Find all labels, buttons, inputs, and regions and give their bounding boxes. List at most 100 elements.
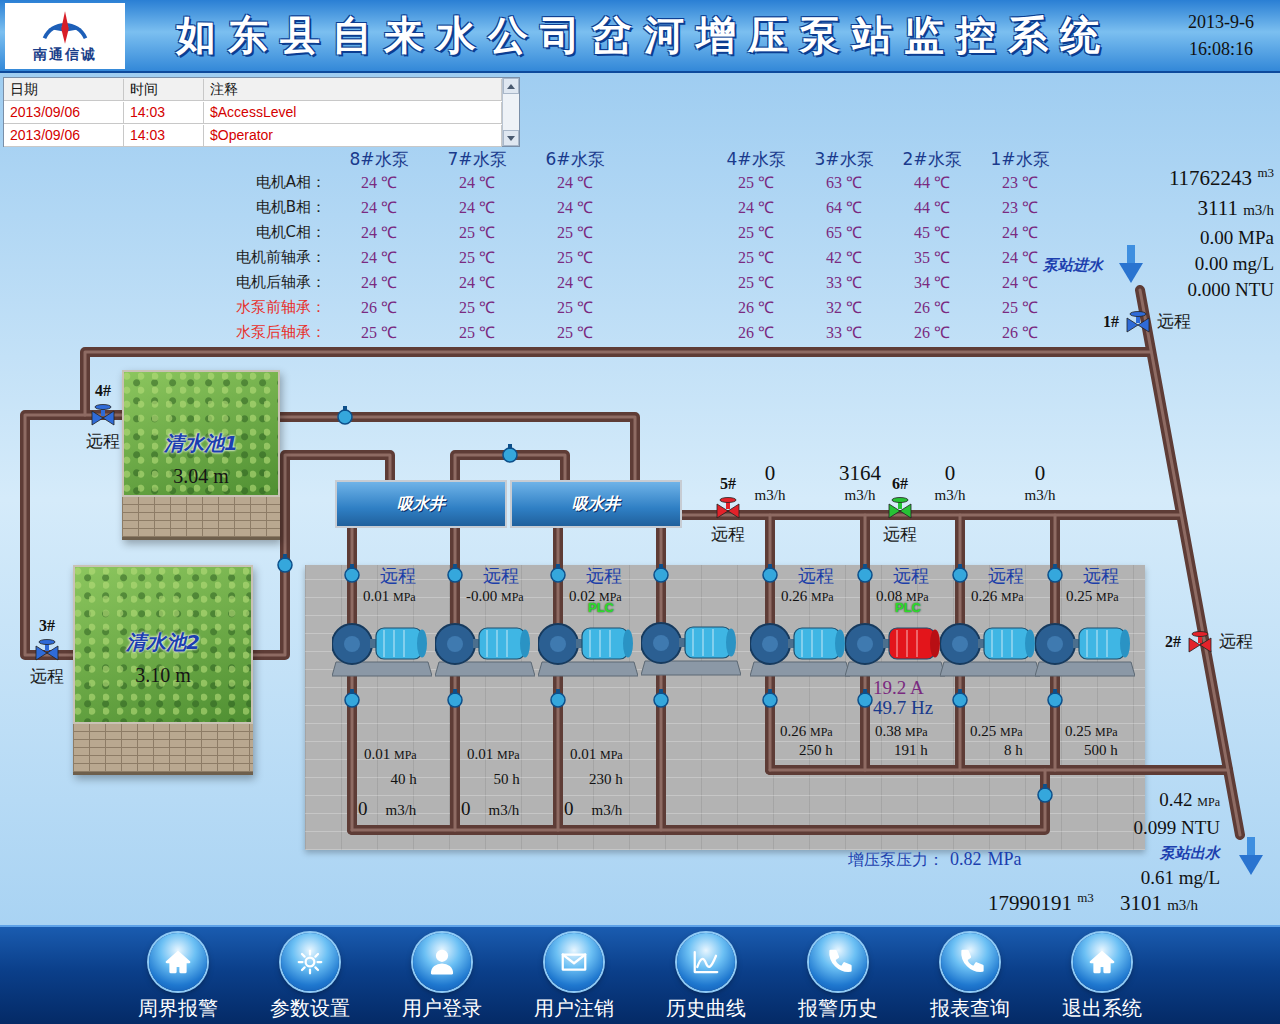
pump-run-hours: 191 h <box>894 742 928 759</box>
pump[interactable]: 远程0.02 MPaPLC0.01 MPa230 h <box>538 565 641 788</box>
nav-button[interactable]: 历史曲线 <box>640 933 772 1024</box>
pool-name: 清水池2 <box>126 629 200 656</box>
temperature-value: 25 ℃ <box>459 295 495 320</box>
valve[interactable]: 4#远程 <box>77 382 129 453</box>
row-label: 水泵后轴承： <box>236 320 330 345</box>
pump-unit <box>332 606 432 678</box>
valve[interactable]: 6#远程 <box>874 475 926 546</box>
pump[interactable]: 远程0.25 MPa0.25 MPa500 h <box>1035 565 1130 759</box>
temperature-value: 33 ℃ <box>826 270 862 295</box>
nav-button[interactable]: 报表查询 <box>904 933 1036 1024</box>
nav-button[interactable]: 用户注销 <box>508 933 640 1024</box>
nav-label: 报警历史 <box>798 995 878 1021</box>
scrollbar[interactable] <box>502 78 519 146</box>
temperature-value: 63 ℃ <box>826 170 862 195</box>
pump[interactable]: 远程0.26 MPa0.26 MPa250 h <box>750 565 845 759</box>
temperature-column: 2#水泵44 ℃44 ℃45 ℃35 ℃34 ℃26 ℃26 ℃ <box>888 148 976 345</box>
pump-run-hours: 230 h <box>589 771 623 788</box>
title-bar: 南通信诚如东县自来水公司岔河增压泵站监控系统2013-9-616:08:16 <box>0 0 1280 73</box>
pump[interactable] <box>641 565 744 788</box>
pump-mode: 远程 <box>1083 565 1119 587</box>
temperature-value: 25 ℃ <box>557 320 593 345</box>
valve-mode: 远程 <box>1219 630 1253 653</box>
pump-outlet-pressure: 0.01 MPa <box>364 746 417 763</box>
valve-icon <box>1125 311 1151 333</box>
temperature-value: 45 ℃ <box>914 220 950 245</box>
scroll-up-button[interactable] <box>503 78 519 94</box>
pump-name: 7#水泵 <box>447 148 506 170</box>
pump[interactable]: 远程-0.00 MPa0.01 MPa50 h <box>435 565 538 788</box>
pipe <box>770 765 1228 775</box>
pump-run-hours: 8 h <box>1004 742 1023 759</box>
arrow-down-icon <box>507 136 515 141</box>
house-icon <box>163 947 193 977</box>
nav-button[interactable]: 周界报警 <box>112 933 244 1024</box>
temperature-value: 24 ℃ <box>361 220 397 245</box>
nav-button-orb <box>149 933 207 991</box>
pool-depth: 3.04 m <box>173 465 229 488</box>
temperature-value: 42 ℃ <box>826 245 862 270</box>
valve-mode: 远程 <box>883 523 917 546</box>
valve-mode: 远程 <box>30 665 64 688</box>
row-label: 电机B相： <box>256 195 330 220</box>
flow-reading: 0m3/h <box>332 798 435 820</box>
inline-valve-icon <box>763 689 777 707</box>
temperature-value: 26 ℃ <box>738 320 774 345</box>
valve-number: 3# <box>39 617 55 635</box>
temperature-value: 25 ℃ <box>738 220 774 245</box>
nav-button[interactable]: 报警历史 <box>772 933 904 1024</box>
temperature-value: 25 ℃ <box>738 245 774 270</box>
inline-valve-icon <box>345 689 359 707</box>
compass-logo-icon <box>37 8 93 46</box>
valve[interactable]: 2#远程 <box>1165 630 1253 653</box>
inlet-reading: 0.00 mg/L <box>1195 251 1274 277</box>
nav-button[interactable]: 用户登录 <box>376 933 508 1024</box>
scroll-track[interactable] <box>503 94 519 130</box>
pump[interactable]: 远程 0.01 MPa0.01 MPa40 h <box>332 565 435 788</box>
pump-unit <box>1035 606 1135 678</box>
flow-reading: 0m3/h <box>905 461 995 505</box>
temperature-value: 34 ℃ <box>914 270 950 295</box>
nav-label: 参数设置 <box>270 995 350 1021</box>
valve-icon <box>715 497 741 519</box>
temperature-value: 25 ℃ <box>459 320 495 345</box>
pump[interactable]: 远程0.26 MPa0.25 MPa8 h <box>940 565 1035 759</box>
temperature-value: 65 ℃ <box>826 220 862 245</box>
temperature-value: 25 ℃ <box>557 295 593 320</box>
temperature-value: 24 ℃ <box>557 195 593 220</box>
pump-unit <box>641 605 741 677</box>
pump-outlet-readings: 0.26 MPa250 h <box>780 723 833 759</box>
row-label: 电机后轴承： <box>236 270 330 295</box>
pump-mode: 远程 <box>380 565 416 587</box>
pool-surface: 清水池23.10 m <box>73 565 253 724</box>
suction-well: 吸水井 <box>335 480 507 528</box>
nav-button-orb <box>281 933 339 991</box>
temperature-value: 44 ℃ <box>914 195 950 220</box>
inline-valve-icon <box>551 564 565 582</box>
pump-motor-icon <box>1035 606 1135 678</box>
valve[interactable]: 3# 远程 <box>21 617 73 688</box>
nav-button[interactable]: 退出系统 <box>1036 933 1168 1024</box>
nav-button[interactable]: 参数设置 <box>244 933 376 1024</box>
pump-name: 3#水泵 <box>814 148 873 170</box>
logo-text: 南通信诚 <box>33 46 97 64</box>
pump-outlet-readings: 0.01 MPa40 h <box>364 746 417 788</box>
inline-valve-icon <box>858 564 872 582</box>
temperature-value: 25 ℃ <box>557 245 593 270</box>
valve[interactable]: 1#远程 <box>1103 310 1191 333</box>
column-header: 注释 <box>204 79 502 100</box>
pump[interactable]: 远程0.08 MPaPLC19.2 A49.7 Hz0.38 MPa191 h <box>845 565 940 759</box>
temperature-value: 26 ℃ <box>914 320 950 345</box>
pump-unit <box>435 606 535 678</box>
inline-valve-icon <box>338 406 352 424</box>
pump-mode: 远程 <box>483 565 519 587</box>
outlet-turbidity: 0.099 NTU <box>1133 815 1220 841</box>
scroll-down-button[interactable] <box>503 130 519 146</box>
boost-pressure: 增压泵压力：0.82MPa <box>848 849 1022 871</box>
gears-icon <box>295 947 325 977</box>
temperature-value: 26 ℃ <box>1002 320 1038 345</box>
event-row: 2013/09/0614:03$Operator <box>4 124 502 147</box>
valve[interactable]: 5#远程 <box>702 475 754 546</box>
temperature-column: 3#水泵63 ℃64 ℃65 ℃42 ℃33 ℃32 ℃33 ℃ <box>800 148 888 345</box>
pump-outlet-pressure: 0.25 MPa <box>970 723 1023 740</box>
